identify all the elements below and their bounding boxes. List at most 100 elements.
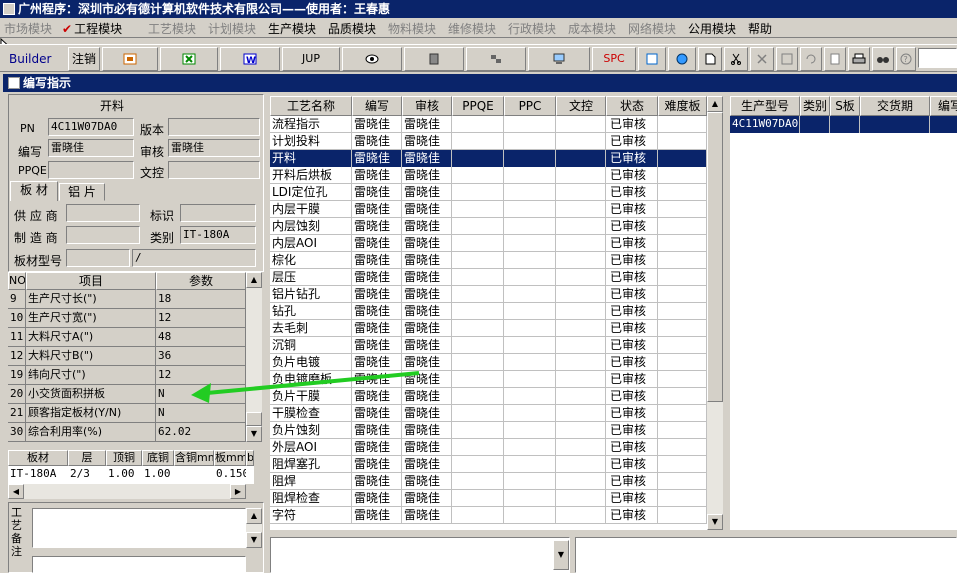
print-button[interactable] (848, 47, 870, 71)
new-button[interactable] (698, 47, 722, 71)
process-header[interactable]: 状态 (606, 96, 658, 116)
tool-button-b[interactable] (668, 47, 696, 71)
remark-textarea[interactable] (32, 508, 246, 548)
find-button[interactable] (872, 47, 894, 71)
process-row[interactable]: 棕化 雷晓佳 雷晓佳 已审核 (270, 252, 707, 269)
process-row[interactable]: 阻焊 雷晓佳 雷晓佳 已审核 (270, 473, 707, 490)
process-row[interactable]: 开料后烘板 雷晓佳 雷晓佳 已审核 (270, 167, 707, 184)
process-row[interactable]: 外层AOI 雷晓佳 雷晓佳 已审核 (270, 439, 707, 456)
supplier-field[interactable] (66, 204, 140, 222)
params-row[interactable]: 12 大料尺寸B(") 36 (8, 347, 246, 366)
params-row[interactable]: 10 生产尺寸宽(") 12 (8, 309, 246, 328)
process-header[interactable]: 文控 (556, 96, 606, 116)
delete-button[interactable] (750, 47, 774, 71)
remark-scrollbar[interactable]: ▲ ▼ (246, 508, 262, 548)
jup-button[interactable]: JUP (282, 47, 340, 71)
ppqe-field[interactable] (48, 161, 134, 179)
params-row[interactable]: 11 大料尺寸A(") 48 (8, 328, 246, 347)
process-header[interactable]: 审核 (402, 96, 452, 116)
ppt-button[interactable] (102, 47, 158, 71)
bottom-text-field[interactable] (575, 537, 957, 573)
menu-public[interactable]: 公用模块 (688, 20, 736, 37)
tab-board-material[interactable]: 板 材 (10, 181, 58, 201)
scroll-up-icon[interactable]: ▲ (246, 508, 262, 524)
menu-quality[interactable]: 品质模块 (328, 20, 376, 37)
computer-button[interactable] (528, 47, 590, 71)
review-field[interactable]: 雷晓佳 (168, 139, 260, 157)
excel-button[interactable] (160, 47, 218, 71)
spc-button[interactable]: SPC (592, 47, 636, 71)
process-row[interactable]: LDI定位孔 雷晓佳 雷晓佳 已审核 (270, 184, 707, 201)
scroll-down-icon[interactable]: ▼ (246, 532, 262, 548)
bottom-combo[interactable] (270, 537, 570, 573)
logout-button[interactable]: 注销 (68, 47, 100, 71)
tool-button-a[interactable] (638, 47, 666, 71)
database-button[interactable] (404, 47, 464, 71)
process-header[interactable]: PPC (504, 96, 556, 116)
scroll-down-icon[interactable]: ▼ (246, 426, 262, 442)
process-row[interactable]: 沉铜 雷晓佳 雷晓佳 已审核 (270, 337, 707, 354)
orders-header[interactable]: 编写 (930, 96, 957, 116)
process-row[interactable]: 阻焊检查 雷晓佳 雷晓佳 已审核 (270, 490, 707, 507)
undo-button[interactable] (800, 47, 822, 71)
process-row[interactable]: 负片蚀刻 雷晓佳 雷晓佳 已审核 (270, 422, 707, 439)
process-row[interactable]: 阻焊塞孔 雷晓佳 雷晓佳 已审核 (270, 456, 707, 473)
preview-button[interactable] (824, 47, 846, 71)
type-field[interactable]: IT-180A (180, 226, 256, 244)
network-button[interactable] (466, 47, 526, 71)
process-row[interactable]: 内层AOI 雷晓佳 雷晓佳 已审核 (270, 235, 707, 252)
orders-header[interactable]: 类别 (800, 96, 830, 116)
menu-market[interactable]: 市场模块 (4, 20, 52, 37)
mark-field[interactable] (180, 204, 256, 222)
save-button[interactable] (776, 47, 798, 71)
doc-control-field[interactable] (168, 161, 260, 179)
process-row[interactable]: 开料 雷晓佳 雷晓佳 已审核 (270, 150, 707, 167)
params-row[interactable]: 9 生产尺寸长(") 18 (8, 290, 246, 309)
menu-engineering[interactable]: ✔ 工程模块 (62, 20, 122, 37)
process-row[interactable]: 流程指示 雷晓佳 雷晓佳 已审核 (270, 116, 707, 133)
menu-cost[interactable]: 成本模块 (568, 20, 616, 37)
menu-production[interactable]: 生产模块 (268, 20, 316, 37)
process-row[interactable]: 去毛刺 雷晓佳 雷晓佳 已审核 (270, 320, 707, 337)
pn-field[interactable]: 4C11W07DA0 (48, 118, 134, 136)
orders-header[interactable]: 交货期 (860, 96, 930, 116)
scroll-down-icon[interactable]: ▼ (707, 514, 723, 530)
process-header[interactable]: 工艺名称 (270, 96, 352, 116)
tab-aluminum-sheet[interactable]: 铝 片 (59, 183, 105, 201)
menu-process[interactable]: 工艺模块 (148, 20, 196, 37)
word-button[interactable]: W (220, 47, 280, 71)
model-field-2[interactable]: / (132, 249, 256, 267)
scroll-right-icon[interactable]: ▶ (230, 484, 246, 499)
view-button[interactable] (342, 47, 402, 71)
orders-header[interactable]: S板 (830, 96, 860, 116)
orders-row[interactable]: 4C11W07DA0 (730, 116, 957, 133)
process-header[interactable]: 编写 (352, 96, 402, 116)
scroll-left-icon[interactable]: ◀ (8, 484, 24, 499)
menu-admin[interactable]: 行政模块 (508, 20, 556, 37)
scroll-up-icon[interactable]: ▲ (246, 272, 262, 288)
menu-material[interactable]: 物料模块 (388, 20, 436, 37)
process-header[interactable]: PPQE (452, 96, 504, 116)
combo-dropdown-icon[interactable]: ▼ (553, 540, 569, 570)
params-scrollbar[interactable]: ▲ ▼ (246, 272, 262, 442)
process-row[interactable]: 内层蚀刻 雷晓佳 雷晓佳 已审核 (270, 218, 707, 235)
scroll-up-icon[interactable]: ▲ (707, 96, 723, 112)
maker-field[interactable] (66, 226, 140, 244)
menu-help[interactable]: 帮助 (748, 20, 772, 37)
menu-network[interactable]: 网络模块 (628, 20, 676, 37)
scroll-thumb[interactable] (246, 412, 262, 426)
orders-header[interactable]: 生产型号 (730, 96, 800, 116)
process-header[interactable]: 难度板 (658, 96, 707, 116)
author-field[interactable]: 雷晓佳 (48, 139, 134, 157)
process-row[interactable]: 计划投料 雷晓佳 雷晓佳 已审核 (270, 133, 707, 150)
material-hscrollbar[interactable]: ◀ ▶ (8, 484, 246, 499)
material-row[interactable]: IT-180A 2/3 1.00 1.00 0.150 (8, 466, 254, 483)
process-row[interactable]: 字符 雷晓佳 雷晓佳 已审核 (270, 507, 707, 524)
process-row[interactable]: 层压 雷晓佳 雷晓佳 已审核 (270, 269, 707, 286)
process-row[interactable]: 铝片钻孔 雷晓佳 雷晓佳 已审核 (270, 286, 707, 303)
remark-textarea-2[interactable] (32, 556, 246, 573)
version-field[interactable] (168, 118, 260, 136)
builder-button[interactable]: Builder (4, 47, 66, 71)
help-button[interactable]: ? (896, 47, 916, 71)
process-row[interactable]: 干膜检查 雷晓佳 雷晓佳 已审核 (270, 405, 707, 422)
